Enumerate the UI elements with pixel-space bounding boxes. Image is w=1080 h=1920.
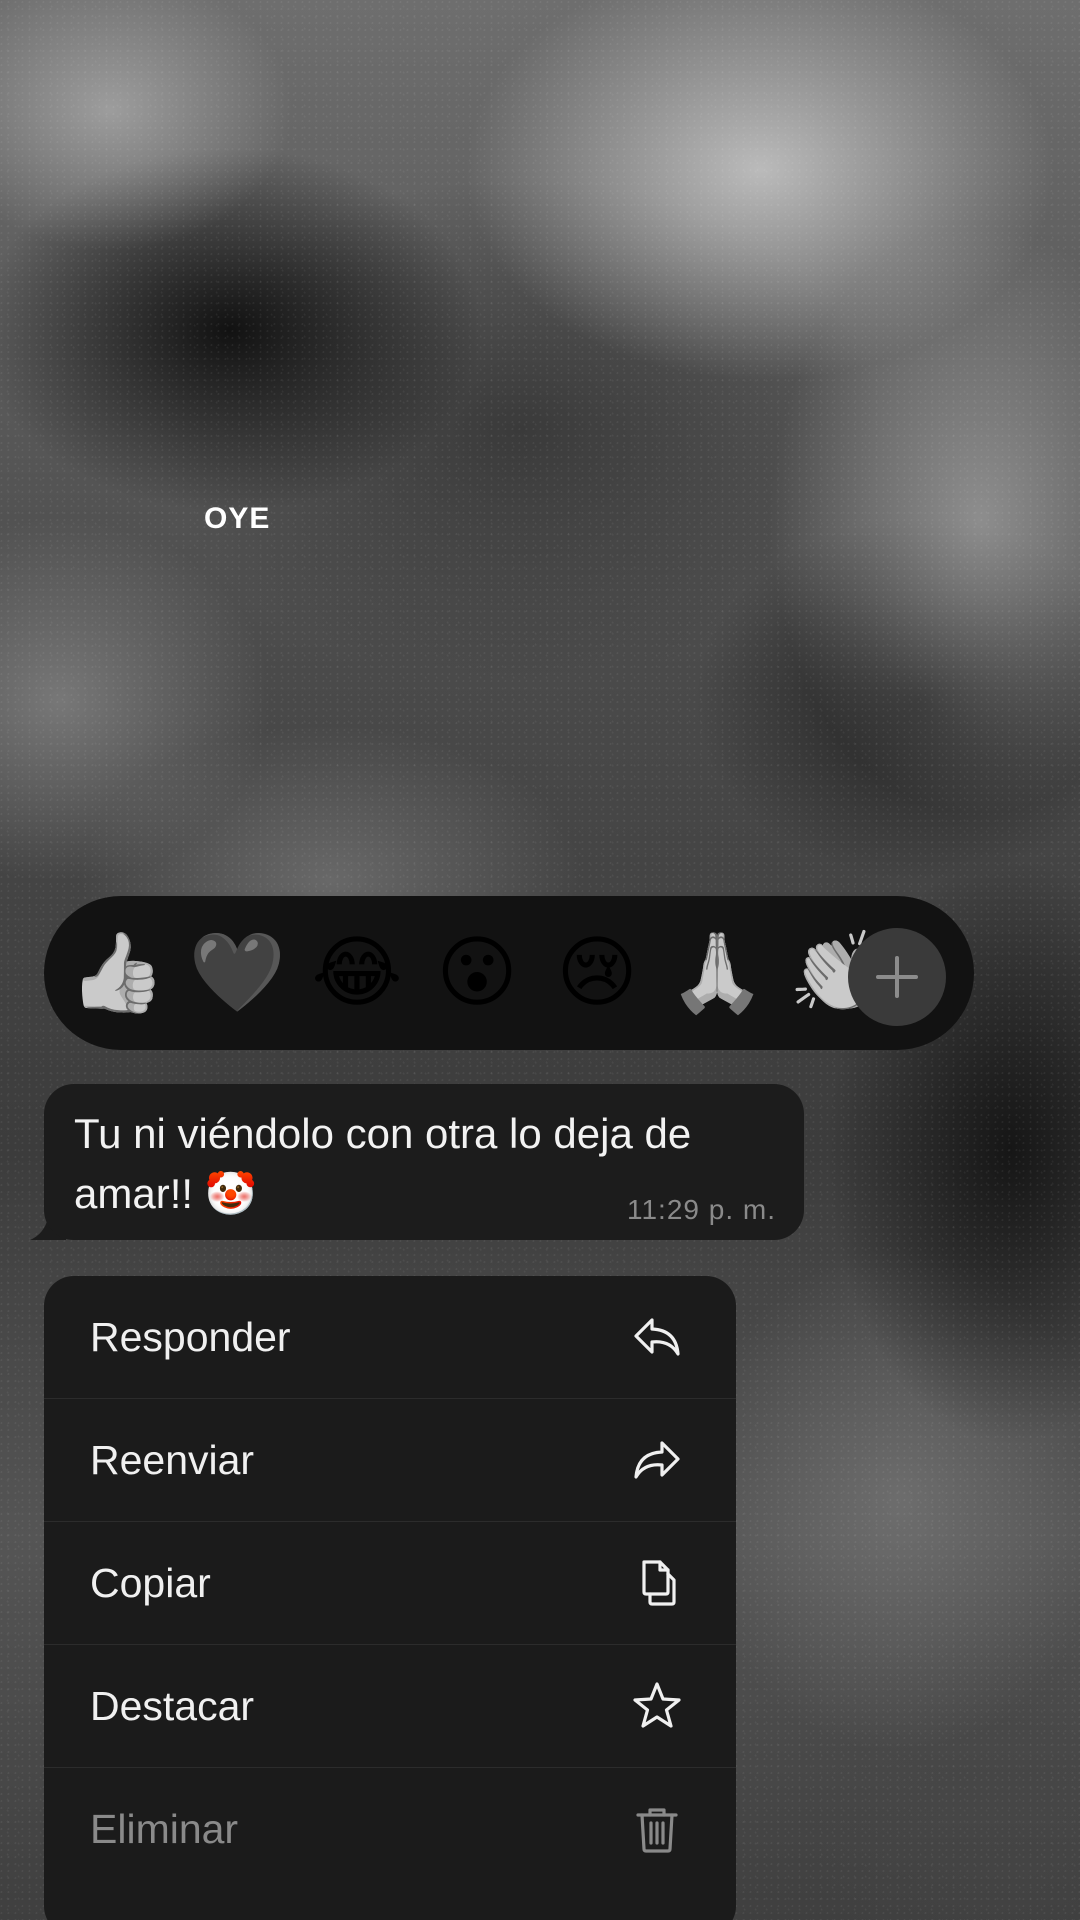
- reaction-bar: 👍 🖤 😂 😮 😢 🙏 👏: [44, 896, 974, 1050]
- context-menu: Responder Reenviar Copiar Destacar Elimi…: [44, 1276, 736, 1920]
- menu-item-reenviar[interactable]: Reenviar: [44, 1399, 736, 1522]
- reaction-crying[interactable]: 😢: [548, 924, 646, 1022]
- menu-item-copiar[interactable]: Copiar: [44, 1522, 736, 1645]
- menu-item-label: Copiar: [90, 1559, 211, 1606]
- menu-item-eliminar[interactable]: Eliminar: [44, 1768, 736, 1891]
- reaction-folded-hands[interactable]: 🙏: [668, 924, 766, 1022]
- reaction-thumbs-up[interactable]: 👍: [68, 924, 166, 1022]
- screen: OYE 👍 🖤 😂 😮 😢 🙏 👏 Tu ni viéndolo con otr…: [0, 0, 1080, 1920]
- more-reactions-button[interactable]: [848, 928, 946, 1026]
- reaction-tears-of-joy[interactable]: 😂: [308, 924, 406, 1022]
- menu-item-label: Reenviar: [90, 1436, 255, 1483]
- menu-item-label: Eliminar: [90, 1806, 239, 1852]
- copy-icon: [630, 1556, 684, 1610]
- plus-icon: [876, 956, 918, 998]
- menu-item-label: Destacar: [90, 1682, 255, 1729]
- forward-icon: [630, 1433, 684, 1487]
- trash-icon: [630, 1803, 684, 1857]
- menu-item-responder[interactable]: Responder: [44, 1276, 736, 1399]
- reply-icon: [630, 1310, 684, 1364]
- star-icon: [630, 1679, 684, 1733]
- menu-item-label: Responder: [90, 1313, 291, 1360]
- message-bubble[interactable]: Tu ni viéndolo con otra lo deja de amar!…: [44, 1084, 804, 1240]
- reaction-heart[interactable]: 🖤: [188, 924, 286, 1022]
- overlay-caption: OYE: [204, 502, 271, 535]
- menu-item-destacar[interactable]: Destacar: [44, 1645, 736, 1768]
- reaction-surprised[interactable]: 😮: [428, 924, 526, 1022]
- message-timestamp: 11:29 p. m.: [626, 1194, 776, 1225]
